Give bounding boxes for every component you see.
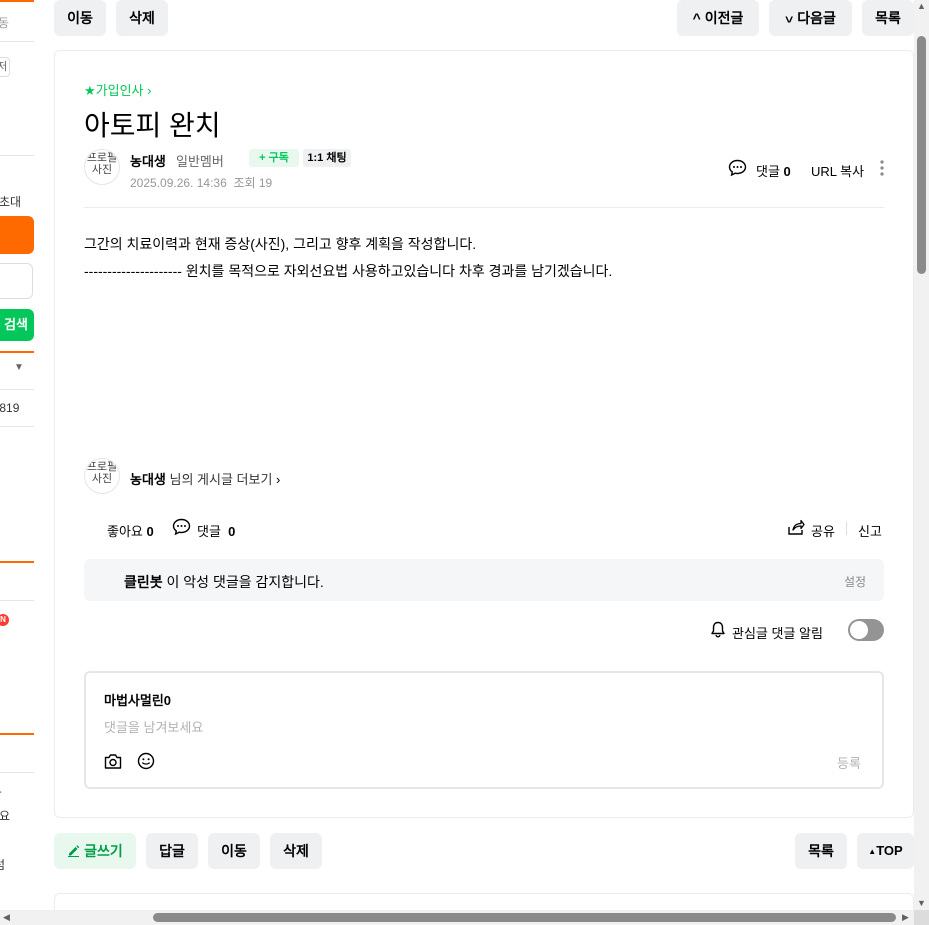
notify-label: 관심글 댓글 알림 <box>732 626 823 641</box>
views-count: 19 <box>258 176 273 190</box>
sidebar-snippet[interactable]: 럼 <box>0 856 5 873</box>
next-post-button[interactable]: ^ 다음글 <box>769 0 852 36</box>
post-title: 아토피 완치 <box>84 110 221 141</box>
delete-button[interactable]: 삭제 <box>116 0 168 36</box>
list-button[interactable]: 목록 <box>862 0 914 36</box>
sidebar-snippet: 동 <box>0 16 10 30</box>
board-link[interactable]: ★가입인사 › <box>84 80 151 99</box>
comment-icon[interactable] <box>172 518 191 536</box>
sidebar-search-button[interactable]: 검색 <box>0 309 34 341</box>
chevron-right-icon: › <box>276 472 281 487</box>
more-options-icon[interactable] <box>879 159 885 177</box>
sidebar-search-input[interactable] <box>0 263 33 299</box>
report-button[interactable]: 신고 <box>858 521 882 540</box>
share-icon[interactable] <box>787 519 805 536</box>
sidebar-accent-line <box>0 351 34 353</box>
member-level: 일반멤버 <box>176 154 224 169</box>
chat-button[interactable]: 1:1 채팅 <box>303 149 351 167</box>
author-more-posts-link[interactable]: 농대생 님의 게시글 더보기 › <box>130 469 280 488</box>
author-avatar[interactable]: 프로필 사진 <box>84 458 120 494</box>
emoji-icon[interactable] <box>137 752 155 770</box>
pencil-icon <box>68 845 80 857</box>
prev-post-button[interactable]: ^ 이전글 <box>677 0 759 36</box>
sidebar-join-button[interactable] <box>0 216 34 254</box>
chevron-up-icon: ^ <box>692 10 701 26</box>
sidebar-divider <box>0 389 34 390</box>
separator <box>846 522 847 535</box>
delete-button[interactable]: 삭제 <box>270 833 322 869</box>
post-body-line: --------------------- 윈치를 목적으로 자외선요법 사용하… <box>84 263 613 279</box>
url-copy-button[interactable]: URL 복사 <box>811 161 864 180</box>
chevron-right-icon: › <box>147 83 152 98</box>
chevron-down-icon[interactable]: ▼ <box>14 362 24 373</box>
chevron-down-icon: ^ <box>785 10 794 26</box>
scroll-left-arrow-icon[interactable]: ◀ <box>3 913 10 922</box>
list-button[interactable]: 목록 <box>795 833 847 869</box>
camera-icon[interactable] <box>104 753 122 770</box>
sidebar-divider <box>0 426 34 427</box>
header-divider <box>84 207 884 208</box>
sidebar-accent-line <box>0 561 34 563</box>
new-badge: N <box>0 614 9 626</box>
share-button[interactable]: 공유 <box>811 521 835 540</box>
sidebar-accent-line <box>0 733 34 735</box>
comment-input[interactable]: 댓글을 남겨보세요 <box>104 717 203 736</box>
comment-icon[interactable] <box>728 159 747 177</box>
notify-toggle[interactable] <box>848 619 884 641</box>
sidebar-divider <box>0 600 34 601</box>
move-button[interactable]: 이동 <box>208 833 260 869</box>
sidebar-manager-badge: 니저 <box>0 57 11 77</box>
left-sidebar: 동 니저 초대 검색 ▼ ,819 N - 요 럼 <box>0 0 35 925</box>
comment-username: 마법사멀린0 <box>104 693 172 708</box>
comment-submit-button[interactable]: 등록 <box>837 753 861 772</box>
scroll-up-arrow-icon[interactable]: ▲ <box>917 2 926 11</box>
author-avatar[interactable]: 프로필 사진 <box>84 149 120 185</box>
cleanbot-text: 클린봇 이 악성 댓글을 감지합니다. <box>124 574 324 590</box>
subscribe-button[interactable]: + 구독 <box>249 149 299 167</box>
toggle-knob <box>850 621 868 639</box>
author-name[interactable]: 농대생 <box>130 151 166 170</box>
sidebar-divider <box>0 41 34 42</box>
comment-link[interactable]: 댓글 0 <box>756 161 791 180</box>
sidebar-snippet: - <box>0 786 2 798</box>
views-label: 조회 <box>233 176 256 190</box>
comment-editor <box>84 671 884 789</box>
sidebar-divider <box>0 155 34 156</box>
scrollbar-corner <box>914 910 929 925</box>
sidebar-snippet[interactable]: 요 <box>0 807 10 824</box>
sidebar-accent-line <box>0 0 34 2</box>
cleanbot-settings-link[interactable]: 설정 <box>844 573 866 590</box>
like-button[interactable]: 좋아요 0 <box>107 521 154 540</box>
scroll-down-arrow-icon[interactable]: ▼ <box>917 899 926 908</box>
post-meta: 2025.09.26. 14:36 조회 19 <box>130 174 272 191</box>
plus-icon: + <box>259 152 266 164</box>
horizontal-scrollbar-thumb[interactable] <box>153 913 896 922</box>
caret-up-icon: ▲ <box>868 847 877 856</box>
post-body-line: 그간의 치료이력과 현재 증상(사진), 그리고 향후 계획을 작성합니다. <box>84 236 477 252</box>
vertical-scrollbar-thumb[interactable] <box>917 36 926 274</box>
post-date: 2025.09.26. 14:36 <box>130 176 227 190</box>
move-button[interactable]: 이동 <box>54 0 106 36</box>
scroll-right-arrow-icon[interactable]: ▶ <box>902 913 909 922</box>
comment-count-link[interactable]: 댓글 0 <box>197 521 235 540</box>
sidebar-invite-text[interactable]: 초대 <box>0 193 21 210</box>
sidebar-divider <box>0 772 34 773</box>
sidebar-count: ,819 <box>0 401 20 415</box>
top-button[interactable]: ▲TOP <box>857 833 914 869</box>
reply-button[interactable]: 답글 <box>146 833 198 869</box>
bell-icon <box>711 621 725 638</box>
write-button[interactable]: 글쓰기 <box>54 833 136 869</box>
